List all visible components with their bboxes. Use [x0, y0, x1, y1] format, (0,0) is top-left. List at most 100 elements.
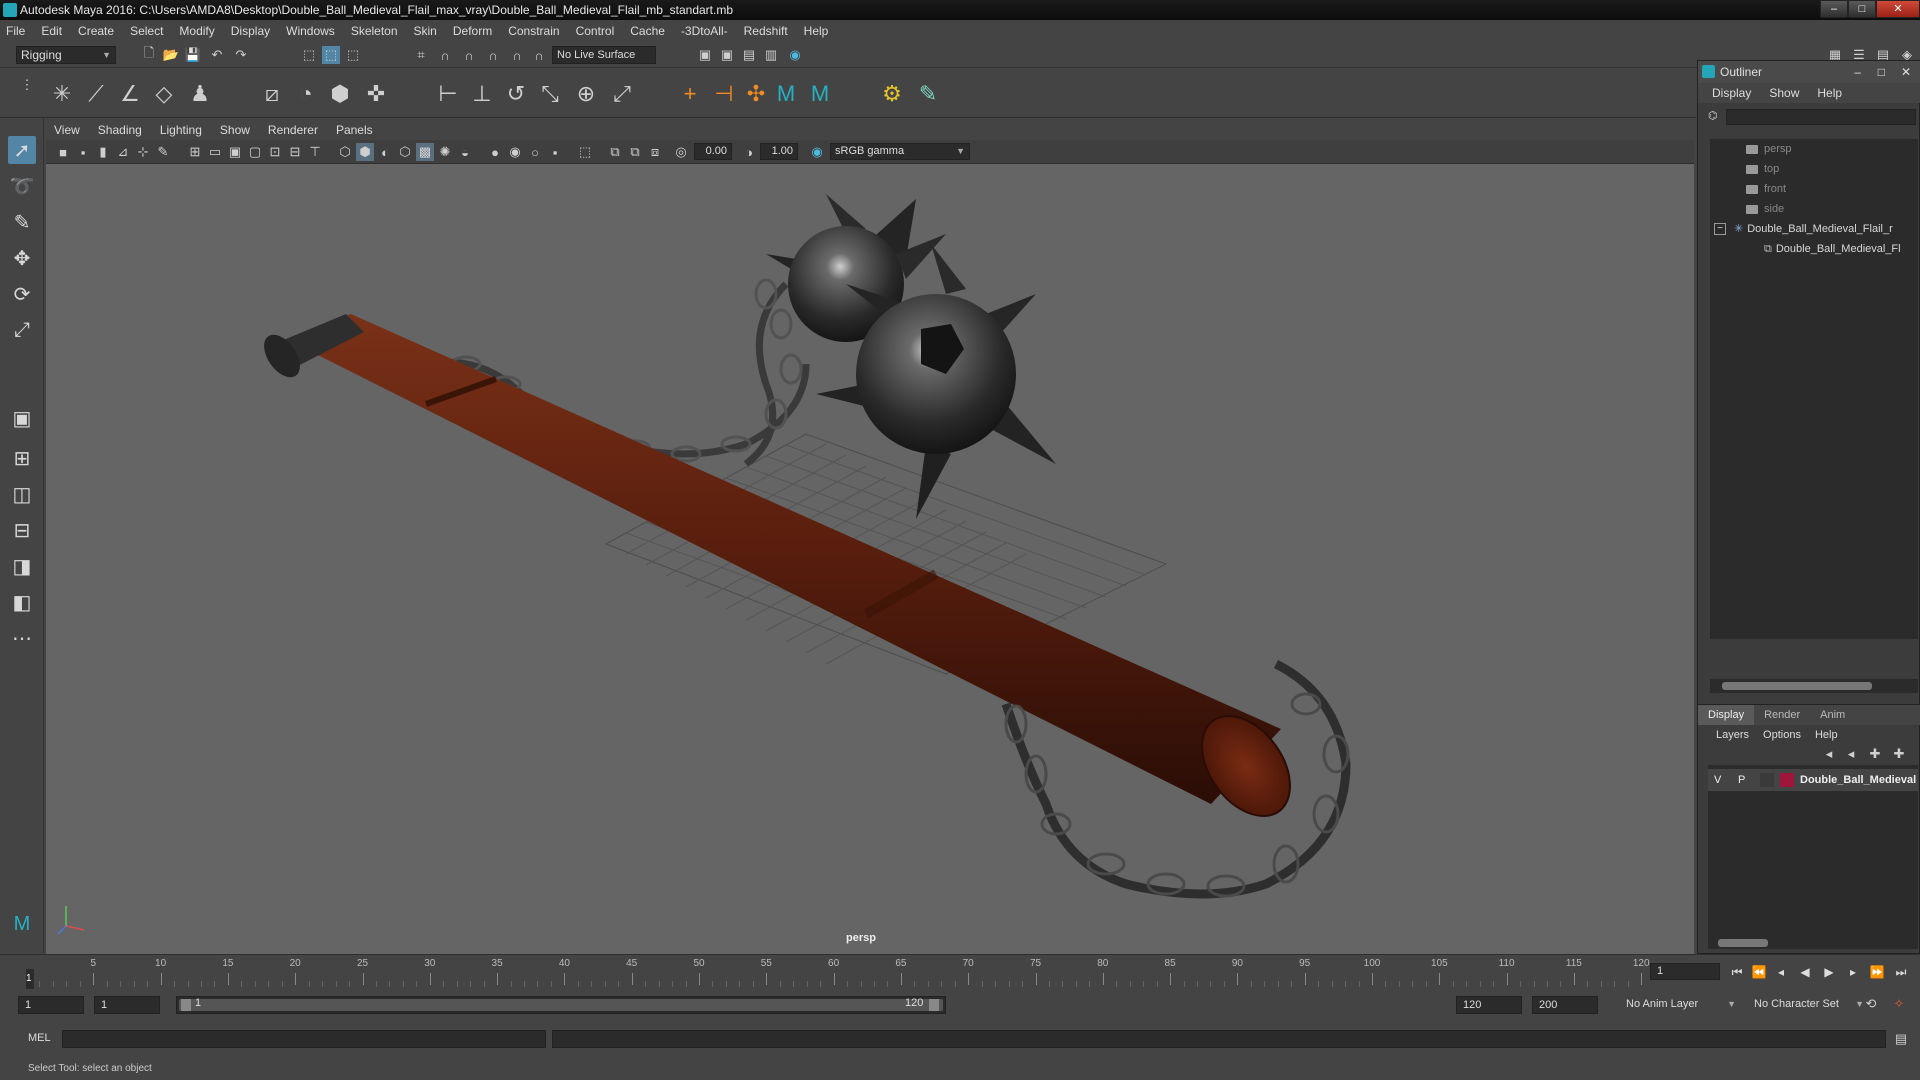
gamma-icon[interactable]: ◑	[740, 143, 758, 161]
outliner-minimize-button[interactable]: –	[1854, 61, 1861, 83]
menu-skin[interactable]: Skin	[414, 24, 437, 38]
step-forward-key-icon[interactable]: ⏩	[1868, 963, 1886, 981]
snap-curve-icon[interactable]: ∩	[436, 46, 454, 64]
two-pane-stacked-icon[interactable]: ⊟	[8, 516, 36, 544]
range-end-handle[interactable]	[929, 999, 939, 1011]
scroll-thumb[interactable]	[1722, 682, 1872, 690]
play-forwards-icon[interactable]: ▶	[1820, 963, 1838, 981]
insert-joint-icon[interactable]: ◇	[150, 80, 178, 108]
pole-vector-icon[interactable]: ⤢	[608, 80, 636, 108]
outliner-menu-display[interactable]: Display	[1712, 86, 1751, 100]
current-frame-field[interactable]: 1	[1650, 963, 1720, 980]
safe-action-icon[interactable]: ⊟	[286, 143, 304, 161]
menu-display[interactable]: Display	[231, 24, 270, 38]
point-constraint-icon[interactable]: ⊢	[434, 80, 462, 108]
layer-playback-toggle[interactable]: P	[1738, 769, 1745, 791]
humanik-icon[interactable]: ♟	[186, 80, 214, 108]
field-chart-icon[interactable]: ⊡	[266, 143, 284, 161]
isolate-select-icon[interactable]: ⬚	[576, 143, 594, 161]
move-tool-icon[interactable]: ✥	[8, 244, 36, 272]
maximize-button[interactable]: □	[1848, 0, 1876, 18]
menu-windows[interactable]: Windows	[286, 24, 335, 38]
viewport-panel[interactable]: View Shading Lighting Show Renderer Pane…	[46, 120, 1694, 954]
bookmark-icon[interactable]: ▮	[94, 143, 112, 161]
select-tool-icon[interactable]: ➚	[8, 136, 36, 164]
menu-modify[interactable]: Modify	[179, 24, 214, 38]
save-scene-icon[interactable]: 💾	[184, 46, 202, 64]
smooth-shade-icon[interactable]: ⬢	[356, 143, 374, 161]
exposure-icon[interactable]: ◎	[672, 143, 690, 161]
color-management-icon[interactable]: ◉	[808, 143, 826, 161]
outliner-item[interactable]: front	[1710, 179, 1918, 199]
go-to-end-icon[interactable]: ⏭	[1892, 963, 1910, 981]
outliner-menu-help[interactable]: Help	[1817, 86, 1842, 100]
select-object-icon[interactable]: ⬚	[322, 46, 340, 64]
command-input[interactable]	[62, 1030, 546, 1048]
outliner-maximize-button[interactable]: □	[1878, 61, 1885, 83]
undo-icon[interactable]: ↶	[208, 46, 226, 64]
ipr-render-icon[interactable]: ▣	[718, 46, 736, 64]
snap-view-plane-icon[interactable]: ∩	[484, 46, 502, 64]
layer-move-up-icon[interactable]: ◂	[1820, 745, 1838, 763]
menu-deform[interactable]: Deform	[453, 24, 492, 38]
outliner-item[interactable]: top	[1710, 159, 1918, 179]
anim-layer-dropdown[interactable]: No Anim Layer ▼	[1620, 996, 1736, 1014]
open-scene-icon[interactable]: 📂	[162, 46, 180, 64]
tab-render[interactable]: Render	[1754, 705, 1810, 725]
scene-canvas[interactable]	[46, 164, 1694, 954]
multisample-aa-icon[interactable]: ○	[526, 143, 544, 161]
cluster-icon[interactable]: ✜	[362, 80, 390, 108]
step-back-frame-icon[interactable]: ◂	[1772, 963, 1790, 981]
gate-mask-icon[interactable]: ▢	[246, 143, 264, 161]
lattice-icon[interactable]: ⬢	[326, 80, 354, 108]
menu-file[interactable]: File	[6, 24, 25, 38]
outliner-filter-icon[interactable]: ⌬	[1708, 109, 1722, 123]
select-camera-icon[interactable]: ■	[54, 143, 72, 161]
shelf-options-icon[interactable]: ⋮	[18, 76, 36, 94]
orient-constraint-icon[interactable]: ↺	[502, 80, 530, 108]
four-pane-layout-icon[interactable]: ⊞	[8, 444, 36, 472]
outliner-item[interactable]: side	[1710, 199, 1918, 219]
new-layer-icon[interactable]: ✚	[1866, 745, 1884, 763]
live-surface-field[interactable]: No Live Surface	[552, 46, 656, 64]
two-d-pan-icon[interactable]: ⊹	[134, 143, 152, 161]
use-all-lights-icon[interactable]: ✺	[436, 143, 454, 161]
persp-graph-layout-icon[interactable]: ◨	[8, 552, 36, 580]
script-tool-icon[interactable]: ⚙	[878, 80, 906, 108]
snap-grid-icon[interactable]: ⌗	[412, 46, 430, 64]
render-view-icon[interactable]: ◉	[786, 46, 804, 64]
minimize-button[interactable]: –	[1820, 0, 1848, 18]
outliner-item[interactable]: ⧉ Double_Ball_Medieval_Fl	[1710, 239, 1918, 259]
wireframe-icon[interactable]: ⬡	[336, 143, 354, 161]
vp-menu-renderer[interactable]: Renderer	[268, 123, 318, 137]
layer-menu-options[interactable]: Options	[1763, 729, 1801, 741]
paint-select-icon[interactable]: ✎	[8, 208, 36, 236]
menu-set-dropdown[interactable]: Rigging ▼	[16, 46, 116, 64]
layer-menu-help[interactable]: Help	[1815, 729, 1838, 741]
xray-icon[interactable]: ⧉	[606, 143, 624, 161]
persp-outliner-layout-icon[interactable]: ◧	[8, 588, 36, 616]
outliner-menu-show[interactable]: Show	[1769, 86, 1799, 100]
maya-rig-icon-1[interactable]: M	[772, 80, 800, 108]
scale-constraint-icon[interactable]: ⤡	[536, 80, 564, 108]
vp-menu-view[interactable]: View	[54, 123, 80, 137]
ik-spline-icon[interactable]: ∠	[116, 80, 144, 108]
gamma-field[interactable]: 1.00	[760, 143, 798, 160]
layer-horizontal-scrollbar[interactable]	[1708, 937, 1918, 949]
range-slider-track[interactable]	[179, 999, 943, 1011]
command-language-label[interactable]: MEL	[28, 1032, 51, 1044]
ik-handle-icon[interactable]: ⟋	[82, 80, 110, 108]
render-frame-icon[interactable]: ▣	[696, 46, 714, 64]
layer-move-down-icon[interactable]: ◂	[1842, 745, 1860, 763]
menu-edit[interactable]: Edit	[41, 24, 62, 38]
menu-skeleton[interactable]: Skeleton	[351, 24, 398, 38]
safe-title-icon[interactable]: ⊤	[306, 143, 324, 161]
snap-point-icon[interactable]: ∩	[460, 46, 478, 64]
view-transform-dropdown[interactable]: sRGB gamma ▼	[830, 143, 970, 160]
new-layer-selected-icon[interactable]: ✚	[1890, 745, 1908, 763]
playback-end-field[interactable]: 120	[1456, 996, 1522, 1014]
make-live-icon[interactable]: ∩	[530, 46, 548, 64]
select-hierarchy-icon[interactable]: ⬚	[300, 46, 318, 64]
vp-menu-lighting[interactable]: Lighting	[160, 123, 202, 137]
aim-constraint-icon[interactable]: ⊥	[468, 80, 496, 108]
